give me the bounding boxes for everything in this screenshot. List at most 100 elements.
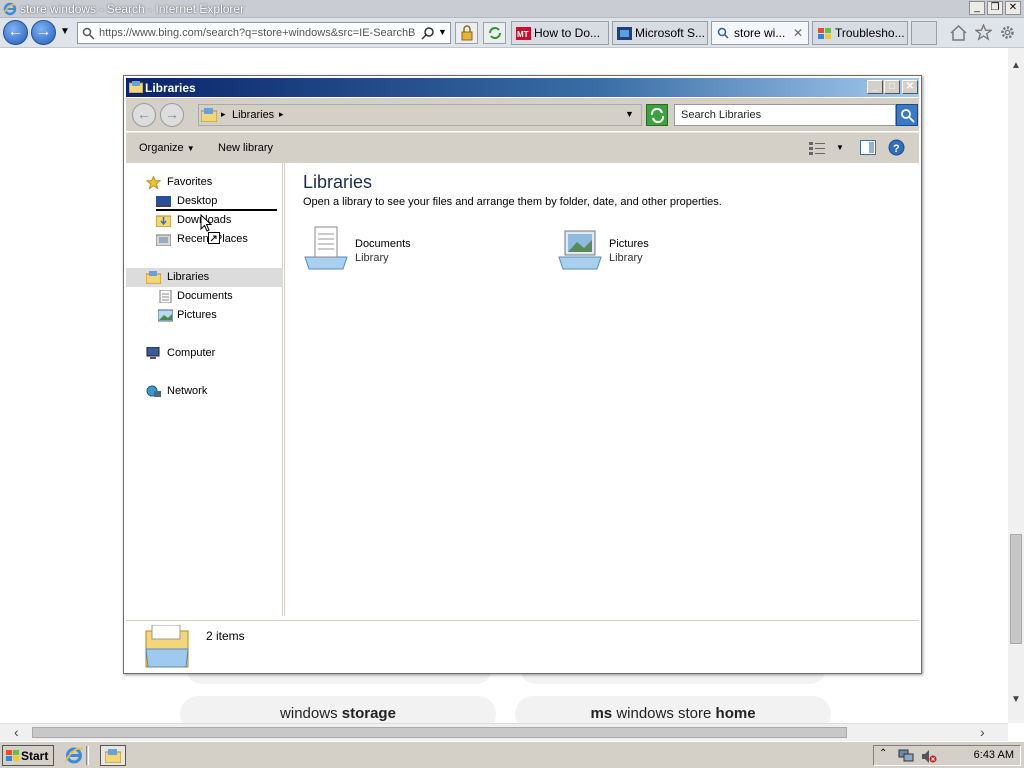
scroll-thumb[interactable] [32, 727, 847, 738]
scroll-left-icon[interactable]: ‹ [14, 724, 19, 740]
nav-label: Documents [177, 290, 233, 302]
favorites-star-icon[interactable] [975, 24, 992, 41]
search-button[interactable] [896, 104, 918, 126]
documents-library-icon [304, 226, 348, 270]
back-button[interactable]: ← [3, 20, 28, 45]
preview-pane-icon[interactable] [860, 140, 876, 155]
details-pane: 2 items [126, 620, 919, 672]
scroll-thumb[interactable] [1010, 534, 1022, 644]
breadcrumb-item[interactable]: Libraries [232, 109, 274, 121]
forward-button[interactable]: → [160, 103, 184, 127]
horizontal-scrollbar[interactable]: ‹ › [0, 723, 1008, 741]
shortcut-overlay-icon [208, 232, 220, 244]
minimize-button[interactable]: _ [969, 1, 985, 15]
scroll-right-icon[interactable]: › [980, 724, 985, 740]
close-button[interactable]: ✕ [902, 80, 918, 94]
view-dropdown-icon[interactable]: ▼ [836, 143, 844, 152]
history-dropdown-icon[interactable]: ▼ [60, 26, 70, 37]
internet-explorer-icon [3, 2, 17, 16]
taskbar: Start ⌃ 6:43 AM [0, 741, 1024, 768]
star-icon [146, 176, 161, 189]
gear-icon[interactable] [999, 24, 1016, 41]
tab-close-icon[interactable]: ✕ [793, 26, 803, 40]
tray-expand-icon[interactable]: ⌃ [879, 748, 887, 759]
page-title: Libraries [303, 172, 373, 192]
windows-logo-icon [6, 750, 19, 761]
refresh-button[interactable] [646, 104, 668, 126]
organize-label: Organize [139, 142, 184, 154]
network-status-icon[interactable] [898, 749, 914, 763]
start-button[interactable]: Start [2, 745, 54, 766]
maximize-button[interactable]: □ [884, 80, 900, 94]
tab-troubleshoot[interactable]: Troublesho... [812, 21, 908, 45]
new-tab-button[interactable] [911, 21, 937, 45]
address-bar[interactable]: https://www.bing.com/search?q=store+wind… [77, 22, 451, 44]
refresh-button[interactable] [483, 22, 506, 44]
tab-label: How to Do... [534, 26, 601, 40]
pictures-icon [158, 309, 173, 322]
pictures-library-icon [558, 230, 602, 270]
internet-explorer-icon[interactable] [64, 746, 84, 765]
library-folder-icon [146, 271, 161, 284]
security-lock-button[interactable] [455, 22, 478, 44]
documents-icon [159, 290, 172, 303]
suggestion-bold: storage [341, 705, 396, 722]
library-item-pictures[interactable]: Pictures Library [557, 225, 717, 275]
tab-label: Troublesho... [835, 26, 905, 40]
nav-label: Computer [167, 347, 216, 359]
computer-icon [146, 347, 160, 359]
breadcrumb-arrow-icon[interactable]: ▸ [279, 109, 284, 120]
mouse-cursor-icon [200, 214, 213, 232]
nav-item-libraries[interactable]: Libraries [126, 268, 283, 287]
tab-label: Microsoft S... [635, 26, 706, 40]
home-icon[interactable] [950, 25, 967, 41]
library-folder-icon [201, 108, 217, 122]
new-library-button[interactable]: New library [218, 142, 273, 154]
forward-button[interactable]: → [31, 20, 56, 45]
downloads-folder-icon [156, 215, 171, 227]
help-icon[interactable]: ? [888, 139, 905, 156]
path-dropdown-icon[interactable]: ▼ [625, 109, 634, 119]
organize-button[interactable]: Organize ▼ [139, 142, 195, 154]
library-item-documents[interactable]: Documents Library [303, 225, 463, 275]
clock[interactable]: 6:43 AM [974, 749, 1014, 761]
explorer-title-bar[interactable]: Libraries _ □ ✕ [126, 78, 919, 97]
address-dropdown-icon[interactable]: ▼ [438, 27, 447, 37]
nav-label: Libraries [167, 271, 210, 283]
library-type: Library [355, 252, 389, 264]
volume-muted-icon[interactable] [921, 749, 937, 764]
close-button[interactable]: ✕ [1005, 1, 1021, 15]
taskbar-explorer-button[interactable] [100, 745, 126, 766]
tab-label: store wi... [734, 26, 786, 40]
minimize-button[interactable]: _ [867, 80, 883, 94]
chevron-down-icon: ▼ [186, 144, 195, 153]
breadcrumb[interactable]: ▸ Libraries ▸ ▼ [198, 104, 642, 126]
address-url: https://www.bing.com/search?q=store+wind… [99, 27, 416, 39]
nav-item-favorites[interactable]: Favorites [126, 173, 283, 192]
scroll-up-icon[interactable]: ▲ [1011, 60, 1021, 71]
restore-button[interactable]: ❐ [987, 1, 1003, 15]
vertical-scrollbar[interactable]: ▲ ▼ [1008, 48, 1024, 723]
back-button[interactable]: ← [132, 103, 156, 127]
breadcrumb-arrow-icon[interactable]: ▸ [221, 109, 226, 120]
search-icon [717, 27, 729, 39]
library-folder-icon [129, 81, 143, 93]
nav-item-computer[interactable]: Computer [126, 344, 283, 363]
suggestion-text: windows store [616, 705, 716, 722]
tab-how-to-do[interactable]: MT How to Do... [511, 21, 609, 45]
nav-item-network[interactable]: Network [126, 382, 283, 401]
tab-store-windows[interactable]: store wi... ✕ [711, 21, 809, 45]
nav-item-pictures[interactable]: Pictures [126, 306, 283, 325]
refresh-icon [650, 107, 665, 124]
search-icon[interactable] [421, 26, 435, 40]
search-icon [901, 109, 915, 123]
desktop-icon [156, 196, 171, 207]
lock-icon [461, 25, 473, 41]
search-libraries-input[interactable]: Search Libraries [674, 104, 896, 126]
nav-item-documents[interactable]: Documents [126, 287, 283, 306]
explorer-address-bar: ← → ▸ Libraries ▸ ▼ Search Libraries [126, 98, 919, 131]
search-icon [82, 27, 95, 40]
tab-microsoft[interactable]: Microsoft S... [612, 21, 708, 45]
scroll-down-icon[interactable]: ▼ [1011, 694, 1021, 705]
view-options-icon[interactable] [809, 141, 825, 155]
